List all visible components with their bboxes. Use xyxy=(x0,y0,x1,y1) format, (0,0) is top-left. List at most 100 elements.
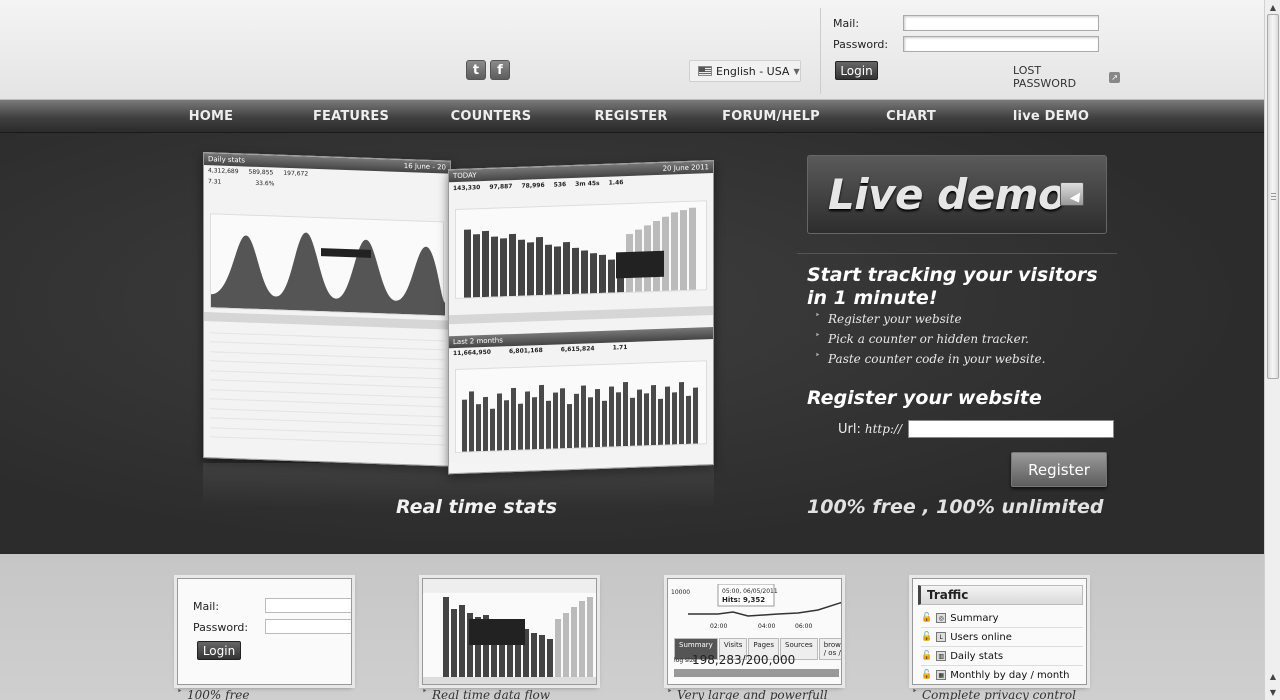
bullet-item: Paste counter code in your website. xyxy=(815,351,1045,372)
feature-caption: Complete privacy control xyxy=(912,687,1076,700)
daily-stats-screenshot: Daily stats 16 June - 20 4,312,689 589,85… xyxy=(203,152,451,467)
axis-label: 06:00 xyxy=(795,623,813,630)
shot-stat: 6,615,824 xyxy=(560,345,595,354)
url-label: Url: xyxy=(838,421,861,437)
lost-password-link[interactable]: LOST PASSWORD ↗ xyxy=(1013,64,1120,90)
top-header: t f English - USA ▼ Mail: Password: Logi… xyxy=(0,0,1264,100)
scroll-thumb[interactable] xyxy=(1267,14,1279,379)
bar-chart-top xyxy=(464,207,696,298)
two-months-graph xyxy=(455,360,707,454)
shot-stat: 1.46 xyxy=(608,179,624,187)
shot-title: TODAY xyxy=(453,171,477,181)
login-form: Mail: Password: Login LOST PASSWORD ↗ xyxy=(820,8,1120,94)
nav-forum-help[interactable]: FORUM/HELP xyxy=(701,100,841,133)
today-bar-graph xyxy=(455,200,707,300)
social-links: t f xyxy=(466,60,510,80)
shot-stat: 1.71 xyxy=(612,344,628,352)
mail-input[interactable] xyxy=(903,15,1099,31)
nav-live-demo[interactable]: live DEMO xyxy=(981,100,1121,133)
today-stats-screenshot: TODAY 20 June 2011 143,330 97,887 78,996 … xyxy=(448,160,714,475)
url-prefix: http:// xyxy=(864,422,903,436)
lost-password-label: LOST PASSWORD xyxy=(1013,64,1077,90)
scroll-down-icon[interactable]: ▼ xyxy=(1267,686,1279,698)
feature-caption: 100% free xyxy=(177,687,250,700)
url-input[interactable] xyxy=(908,420,1115,438)
page-scrollbar[interactable]: ▲ ▲ ▼ xyxy=(1264,0,1280,700)
bar-chart-bottom xyxy=(462,382,698,452)
shot-stat: 33.6% xyxy=(255,179,275,188)
card-password-label: Password: xyxy=(193,621,249,634)
shot-stat: 197,672 xyxy=(283,169,309,178)
traffic-item: 🔓 ▦ Monthly by day / month xyxy=(921,666,1083,684)
daily-wave-graph xyxy=(210,213,445,317)
feature-caption: Real time data flow xyxy=(422,687,550,700)
nav-home[interactable]: HOME xyxy=(141,100,281,133)
features-strip: Mail: Password: Login 100% free Real tim… xyxy=(0,554,1264,700)
unlock-icon: 🔓 xyxy=(921,651,933,661)
card-password-field xyxy=(265,619,351,634)
shot-stat: 78,996 xyxy=(521,181,545,190)
shot-title: Daily stats xyxy=(208,155,246,165)
traffic-item: 🔓 ◎ Summary xyxy=(921,609,1083,628)
bullet-item: Pick a counter or hidden tracker. xyxy=(815,331,1045,352)
language-selector[interactable]: English - USA ▼ xyxy=(689,60,801,82)
scroll-up-icon[interactable]: ▲ xyxy=(1267,1,1279,13)
feature-caption: Very large and powerfull xyxy=(667,687,828,700)
live-demo-button[interactable]: Live demo xyxy=(807,155,1107,234)
shot-stat: 4,312,689 xyxy=(208,167,239,176)
main-nav: HOME FEATURES COUNTERS REGISTER FORUM/HE… xyxy=(0,100,1264,133)
nav-chart[interactable]: CHART xyxy=(841,100,981,133)
shot-date: 20 June 2011 xyxy=(662,163,709,173)
shot-stat: 97,887 xyxy=(489,183,513,191)
bullet-item: Register your website xyxy=(815,311,1045,332)
traffic-item: 🔓 L Users online xyxy=(921,628,1083,647)
summary-icon: ◎ xyxy=(936,613,947,623)
feature-bullets: Register your website Pick a counter or … xyxy=(815,311,1045,372)
log-size-value: 198,283/200,000 xyxy=(692,653,796,667)
traffic-item-label: Summary xyxy=(950,612,999,624)
chart-tooltip-date: 05:00, 06/05/2011 xyxy=(722,588,778,595)
real-time-stats-caption: Real time stats xyxy=(396,496,558,518)
card-mail-label: Mail: xyxy=(193,600,220,613)
traffic-item-label: Users online xyxy=(950,631,1012,643)
nav-counters[interactable]: COUNTERS xyxy=(421,100,561,133)
tagline-heading: Start tracking your visitors in 1 minute… xyxy=(807,264,1098,309)
mail-label: Mail: xyxy=(833,17,860,30)
scroll-down-icon[interactable]: ▲ xyxy=(1267,670,1279,682)
shot-stat: 11,664,950 xyxy=(453,348,491,358)
shot-stat: 6,801,168 xyxy=(508,346,543,356)
nav-features[interactable]: FEATURES xyxy=(281,100,421,133)
unlock-icon: 🔓 xyxy=(921,632,933,642)
tab-browsers: browsers / os / l xyxy=(818,638,841,660)
feature-card-login[interactable]: Mail: Password: Login xyxy=(177,578,352,685)
login-button[interactable]: Login xyxy=(835,61,878,80)
divider xyxy=(797,253,1117,254)
register-heading: Register your website xyxy=(807,387,1042,409)
shot-stat: 7.31 xyxy=(208,178,222,186)
password-label: Password: xyxy=(833,38,889,51)
card-mail-field xyxy=(265,598,351,613)
axis-label: 02:00 xyxy=(710,623,728,630)
shot-stat: 143,330 xyxy=(453,184,481,193)
shot-stat: 536 xyxy=(553,181,567,189)
calendar-icon: ▦ xyxy=(936,670,947,680)
traffic-title: Traffic xyxy=(918,585,1083,605)
chart-tooltip-hits: Hits: 9,352 xyxy=(722,596,766,604)
log-size-bar xyxy=(674,669,839,677)
feature-card-privacy[interactable]: Traffic 🔓 ◎ Summary 🔓 L Users online 🔓 ▥ Daily… xyxy=(912,578,1087,685)
nav-register[interactable]: REGISTER xyxy=(561,100,701,133)
chevron-down-icon: ▼ xyxy=(793,66,800,76)
url-row: Url: http:// xyxy=(838,420,1115,438)
twitter-icon[interactable]: t xyxy=(466,60,486,80)
password-input[interactable] xyxy=(903,36,1099,52)
axis-label: 04:00 xyxy=(758,623,776,630)
feature-card-realtime[interactable] xyxy=(422,578,597,685)
facebook-icon[interactable]: f xyxy=(490,60,510,80)
register-button[interactable]: Register xyxy=(1011,452,1107,487)
realtime-bar-chart xyxy=(423,579,596,684)
feature-card-large[interactable]: 10000 05:00, 06/05/2011 Hits: 9,352 02:0… xyxy=(667,578,842,685)
shot-stat: 589,855 xyxy=(248,168,274,177)
traffic-item: 🔓 ▥ Daily stats xyxy=(921,647,1083,666)
traffic-item-label: Monthly by day / month xyxy=(950,669,1070,681)
shot-date: 16 June - 20 xyxy=(403,162,446,172)
